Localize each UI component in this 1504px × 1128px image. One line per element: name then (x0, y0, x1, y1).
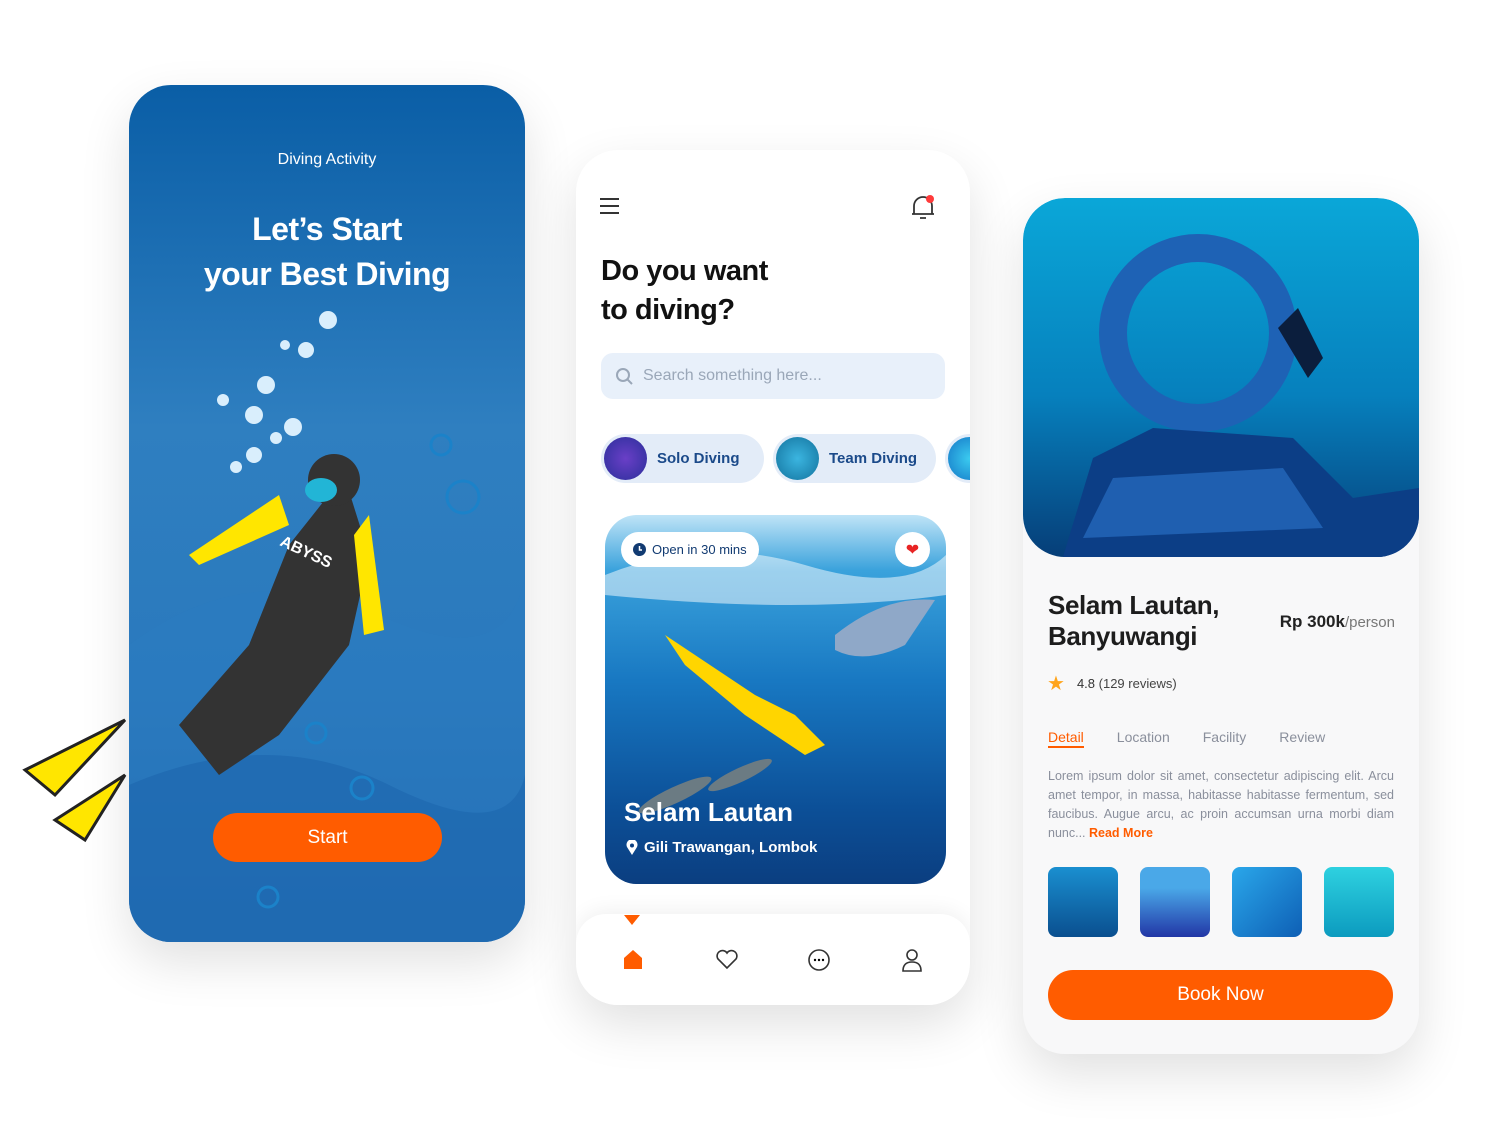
search-icon (616, 368, 633, 385)
tab-detail[interactable]: Detail (1048, 729, 1084, 748)
price: Rp 300k/person (1279, 612, 1395, 631)
subtitle: Diving Activity (277, 151, 377, 168)
onboarding-title: Let’s Start your Best Diving (203, 211, 451, 292)
gallery-thumb[interactable] (1232, 867, 1302, 937)
read-more-link[interactable]: Read More (1089, 826, 1153, 840)
open-status-badge: Open in 30 mins (621, 532, 759, 567)
chat-icon[interactable] (807, 948, 831, 972)
category-avatar (948, 437, 970, 480)
hero-image (1023, 198, 1419, 557)
onboarding-screen: ABYSS Diving Activity Let’s Start your Be… (129, 85, 525, 942)
ruins-illustration (1063, 234, 1419, 557)
spot-name: Selam Lautan (624, 797, 794, 827)
home-screen: Do you want to diving? Search something h… (576, 150, 970, 1005)
category-solo-diving[interactable]: Solo Diving (601, 434, 764, 483)
gallery-thumb[interactable] (1048, 867, 1118, 937)
menu-icon[interactable] (600, 198, 619, 219)
rating: ★ 4.8 (129 reviews) (1047, 673, 1177, 695)
tab-location[interactable]: Location (1117, 729, 1170, 748)
favorite-heart-icon[interactable]: ❤ (895, 532, 930, 567)
notification-bell-icon[interactable] (910, 194, 936, 222)
card-illustration (605, 552, 946, 814)
tab-facility[interactable]: Facility (1203, 729, 1247, 748)
star-icon: ★ (1047, 673, 1065, 695)
category-label: Team Diving (829, 450, 918, 467)
team-diving-avatar (776, 437, 819, 480)
gallery-thumb[interactable] (1140, 867, 1210, 937)
bottom-nav (576, 914, 970, 1005)
category-label: Solo Diving (657, 450, 740, 467)
detail-tabs: Detail Location Facility Review (1048, 729, 1325, 748)
tab-review[interactable]: Review (1279, 729, 1325, 748)
book-now-button[interactable]: Book Now (1048, 970, 1393, 1020)
heart-icon[interactable] (715, 948, 739, 970)
solo-diving-avatar (604, 437, 647, 480)
category-team-diving[interactable]: Team Diving (773, 434, 936, 483)
search-placeholder: Search something here... (643, 367, 822, 384)
fins-icon (22, 718, 127, 843)
search-input[interactable]: Search something here... (601, 353, 945, 399)
clock-icon (633, 543, 646, 556)
gallery (1048, 867, 1394, 937)
dive-spot-card[interactable]: Open in 30 mins ❤ Selam Lautan Gili Traw… (605, 515, 946, 884)
start-button[interactable]: Start (213, 813, 442, 862)
home-icon[interactable] (622, 948, 644, 970)
spot-title: Selam Lautan, Banyuwangi (1048, 590, 1220, 651)
category-more[interactable] (945, 434, 970, 483)
description: Lorem ipsum dolor sit amet, consectetur … (1048, 769, 1394, 840)
page-title: Do you want to diving? (601, 255, 768, 326)
location-pin-icon (626, 840, 638, 855)
active-indicator-icon (624, 915, 640, 925)
gallery-thumb[interactable] (1324, 867, 1394, 937)
detail-screen: Selam Lautan, Banyuwangi Rp 300k/person ★… (1023, 198, 1419, 1054)
profile-icon[interactable] (901, 948, 923, 972)
spot-location: Gili Trawangan, Lombok (626, 839, 817, 856)
